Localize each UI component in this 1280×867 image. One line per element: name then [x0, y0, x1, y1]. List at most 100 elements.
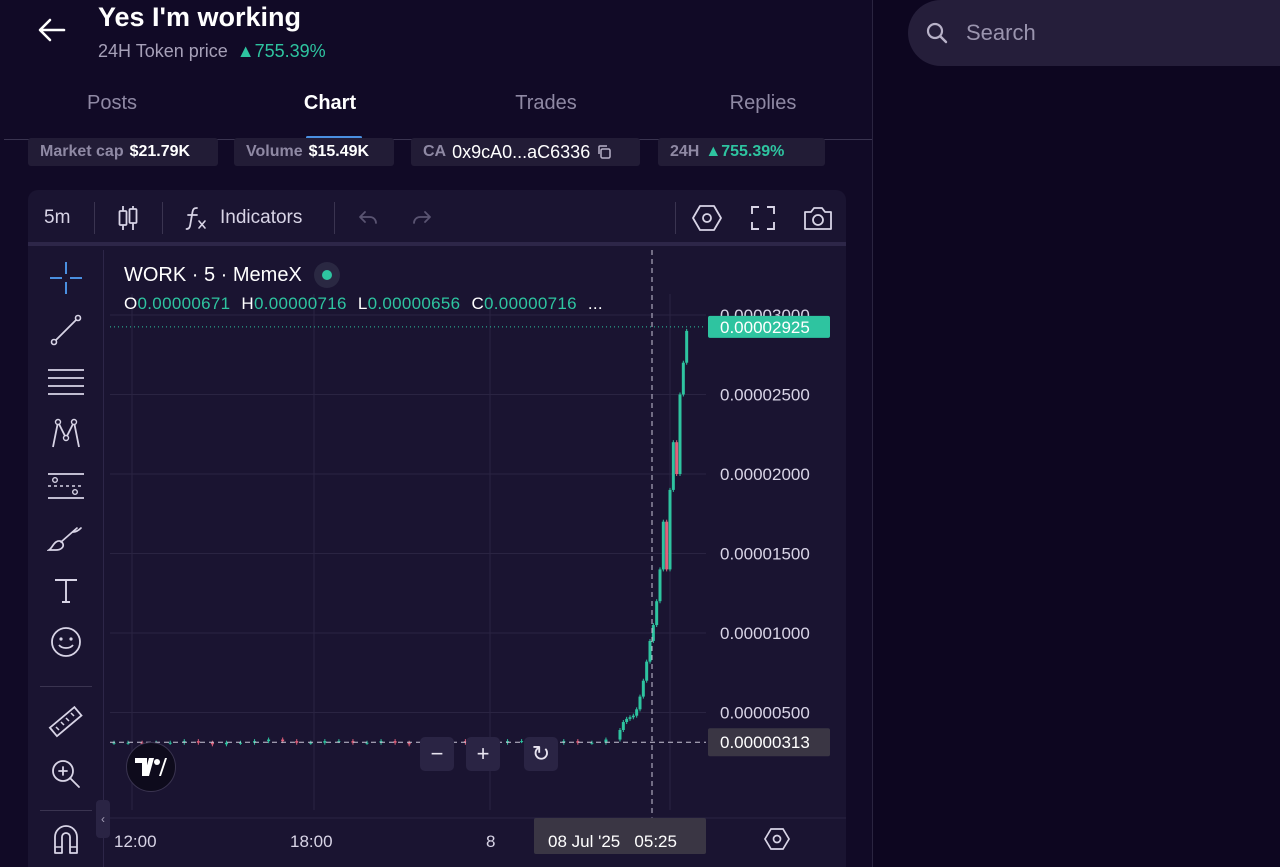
interval-button[interactable]: 5m: [44, 204, 70, 232]
ca-label: CA: [423, 143, 447, 160]
market-status-icon: [313, 262, 340, 288]
reset-chart-button[interactable]: ↻: [524, 737, 558, 771]
copy-icon[interactable]: [596, 144, 612, 160]
chart-settings-button[interactable]: [692, 204, 722, 232]
axis-settings-hex: [764, 828, 790, 850]
function-icon: [185, 207, 206, 230]
volume-label: Volume: [246, 143, 303, 160]
candle-body: [168, 742, 172, 744]
undo-button[interactable]: [356, 204, 380, 232]
collapse-toolbar-button[interactable]: ‹: [96, 800, 110, 838]
high-label: H: [241, 294, 254, 313]
candle-body: [621, 722, 625, 730]
candle-body: [112, 742, 116, 744]
magnet-icon: [54, 825, 78, 854]
measure-tool[interactable]: [46, 702, 86, 742]
candle-body: [210, 742, 214, 745]
tool-divider: [40, 686, 92, 687]
candle-body: [267, 739, 271, 742]
candle-body: [628, 717, 632, 719]
emoji-tool[interactable]: [46, 622, 86, 662]
back-button[interactable]: [34, 12, 70, 48]
token-title: Yes I'm working: [98, 2, 301, 32]
chart-widget: 5m Indicators 0.00003000 0.00002500 0.00…: [28, 190, 846, 867]
more-indicator: ...: [587, 294, 603, 313]
subtitle-label: 24H Token price: [98, 41, 228, 61]
crosshair-tool[interactable]: [46, 258, 86, 298]
price-chart[interactable]: 0.00003000 0.00002500 0.00002000 0.00001500…: [110, 250, 846, 867]
low-value: 0.00000656: [367, 294, 461, 313]
pattern-tool[interactable]: [46, 414, 86, 454]
price-tick-label: 0.00000500: [720, 704, 810, 723]
stat-contract-address[interactable]: CA 0x9cA0...aC6336: [411, 138, 640, 166]
axis-settings-icon[interactable]: [764, 828, 790, 850]
chart-canvas[interactable]: 0.000030000.000025000.000020000.00001500…: [110, 250, 846, 867]
tab-replies[interactable]: Replies: [730, 92, 797, 115]
candle-body: [281, 739, 285, 742]
indicators-button[interactable]: Indicators: [184, 204, 302, 232]
chart-type-button[interactable]: [116, 204, 140, 232]
tab-posts[interactable]: Posts: [87, 92, 137, 115]
crosshair-icon: [50, 262, 82, 294]
candle-body: [638, 696, 642, 710]
trend-line-tool[interactable]: [46, 310, 86, 350]
candle-body: [393, 741, 397, 743]
forecast-tool[interactable]: [46, 466, 86, 506]
price-tick-label: 0.00002500: [720, 386, 810, 405]
tool-divider: [40, 810, 92, 811]
candle-body: [126, 742, 130, 744]
fib-tool[interactable]: [46, 362, 86, 402]
candle-body: [661, 521, 665, 570]
close-value: 0.00000716: [484, 294, 577, 313]
tradingview-logo[interactable]: [126, 742, 176, 792]
time-tick-label: 18:00: [290, 832, 333, 851]
tab-trades[interactable]: Trades: [515, 92, 577, 115]
candle-body: [648, 640, 652, 662]
search-input[interactable]: Search: [908, 0, 1280, 66]
search-placeholder: Search: [966, 20, 1036, 45]
camera-icon: [804, 207, 832, 230]
candle-body: [635, 709, 639, 716]
screenshot-button[interactable]: [802, 204, 834, 232]
candle-body: [590, 742, 594, 744]
time-tick-label: 8: [486, 832, 495, 851]
candle-body: [671, 442, 675, 490]
tradingview-logo-icon: [135, 758, 167, 776]
open-value: 0.00000671: [137, 294, 231, 313]
sidebar-panel: Search: [874, 0, 1280, 867]
low-label: L: [357, 294, 368, 313]
magnet-tool[interactable]: [46, 818, 86, 858]
candle-body: [625, 718, 629, 723]
candle-body: [224, 742, 228, 745]
crosshair-price-label: 0.00000313: [720, 733, 810, 752]
toolbar-divider: [334, 202, 335, 234]
app-root: Yes I'm working 24H Token price ▲755.39%…: [0, 0, 1280, 867]
chart-toolbar: 5m Indicators: [28, 190, 846, 246]
zoom-out-button[interactable]: −: [420, 737, 454, 771]
token-subtitle: 24H Token price ▲755.39%: [98, 41, 326, 62]
pattern-icon: [52, 418, 80, 448]
candle-body: [239, 742, 242, 744]
candle-body: [655, 601, 659, 626]
candle-body: [678, 394, 682, 474]
zoom-tool[interactable]: [46, 754, 86, 794]
tab-chart[interactable]: Chart: [304, 92, 356, 115]
arrow-left-icon: [38, 18, 66, 42]
zoom-in-button[interactable]: +: [466, 737, 500, 771]
candle-body: [520, 741, 524, 743]
candle-body: [641, 680, 645, 697]
toolbar-divider: [675, 202, 676, 234]
text-tool[interactable]: [46, 570, 86, 610]
fullscreen-button[interactable]: [750, 204, 776, 232]
candle-body: [675, 442, 679, 474]
token-panel: Yes I'm working 24H Token price ▲755.39%…: [0, 0, 873, 867]
redo-button[interactable]: [410, 204, 434, 232]
candle-body: [196, 741, 200, 743]
time-tick-label: 12:00: [114, 832, 157, 851]
candle-body: [668, 489, 672, 570]
redo-icon: [413, 211, 431, 224]
last-price-label: 0.00002925: [720, 318, 810, 337]
high-value: 0.00000716: [253, 294, 347, 313]
stat-24h: 24H ▲755.39%: [658, 138, 825, 166]
brush-tool[interactable]: [46, 518, 86, 558]
